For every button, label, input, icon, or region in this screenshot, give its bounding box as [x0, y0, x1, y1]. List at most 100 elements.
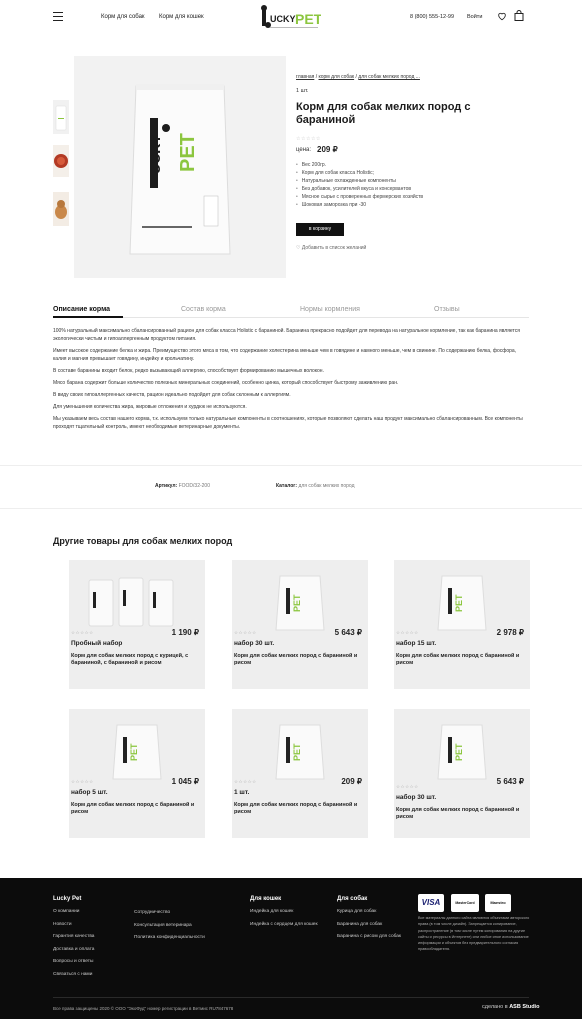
description-paragraph: Мясо барана содержит больше количество п…	[53, 380, 399, 386]
footer-link[interactable]: Политика конфиденциальности	[134, 932, 205, 945]
studio-name: ASB Studio	[509, 1004, 540, 1010]
description-paragraph: 100% натуральный максимально сбалансиров…	[53, 328, 520, 342]
catalog-label: Каталог:	[276, 483, 298, 489]
card-rating: ☆☆☆☆☆	[234, 779, 257, 784]
sku-value: FOOD/32-200	[178, 483, 210, 489]
footer-link[interactable]: Доставка и оплата	[53, 944, 94, 957]
wishlist-label: Добавить в список желаний	[301, 245, 367, 251]
footer-link[interactable]: Курица для собак	[337, 906, 401, 919]
product-card[interactable]: PET ☆☆☆☆☆ 1 045 ₽ набор 5 шт. Корм для собак…	[69, 709, 205, 838]
footer-link[interactable]: О компании	[53, 906, 94, 919]
description-paragraph: Для уменьшения количества жира, жировые …	[53, 404, 247, 410]
footer-links-cats: Индейка для кошек Индейка с сердцем для …	[250, 906, 318, 931]
product-title: Корм для собак мелких пород с бараниной	[296, 101, 471, 126]
feature-item: Вес 200гр.	[296, 161, 423, 169]
svg-text:PET: PET	[129, 743, 139, 761]
svg-text:PET: PET	[177, 133, 199, 172]
login-link[interactable]: Войти	[467, 14, 482, 20]
footer-cats-heading: Для кошек	[250, 896, 282, 902]
card-price: 209 ₽	[341, 777, 362, 786]
svg-text:PET: PET	[295, 11, 321, 27]
card-quantity: 1 шт.	[234, 789, 250, 796]
tab-composition[interactable]: Состав корма	[181, 306, 226, 313]
product-quantity: 1 шт.	[296, 88, 309, 94]
footer-links-info: Сотрудничество Консультация ветеринара П…	[134, 907, 205, 945]
add-to-cart-button[interactable]: в корзину	[296, 223, 344, 236]
card-rating: ☆☆☆☆☆	[396, 784, 419, 789]
card-price: 2 978 ₽	[496, 628, 524, 637]
product-card[interactable]: PET ☆☆☆☆☆ 5 643 ₽ набор 30 шт. Корм для соба…	[394, 709, 530, 838]
card-rating: ☆☆☆☆☆	[234, 630, 257, 635]
feature-item: Без добавок, усилителей вкуса и консерва…	[296, 185, 423, 193]
footer-link[interactable]: Гарантия качества	[53, 931, 94, 944]
card-title[interactable]: Корм для собак мелких пород с бараниной …	[396, 653, 526, 667]
feature-item: Корм для собак класса Holistic;	[296, 169, 423, 177]
catalog-value[interactable]: для собак мелких пород	[298, 483, 354, 489]
divider	[0, 508, 582, 509]
mastercard-icon: MasterCard	[451, 894, 479, 912]
card-rating: ☆☆☆☆☆	[71, 630, 94, 635]
product-card[interactable]: PET ☆☆☆☆☆ 5 643 ₽ набор 30 шт. Корм для соба…	[232, 560, 368, 689]
footer-link[interactable]: Баранина для собак	[337, 919, 401, 932]
product-card[interactable]: ☆☆☆☆☆ 1 190 ₽ Пробный набор Корм для собак …	[69, 560, 205, 689]
nav-cats-food[interactable]: Корм для кошек	[159, 14, 204, 20]
feature-item: Мясное сырье с проверенных фермерских хо…	[296, 193, 423, 201]
maestro-icon: Maestro	[485, 894, 511, 912]
svg-text:PET: PET	[292, 743, 302, 761]
footer-link[interactable]: Консультация ветеринара	[134, 920, 205, 933]
footer-links-dogs: Курица для собак Баранина для собак Бара…	[337, 906, 401, 944]
card-title[interactable]: Корм для собак мелких пород с бараниной …	[234, 653, 364, 667]
card-title[interactable]: Корм для собак мелких пород с бараниной …	[396, 807, 526, 821]
tab-description[interactable]: Описание корма	[53, 306, 110, 313]
card-quantity: набор 30 шт.	[234, 640, 275, 647]
related-section-title: Другие товары для собак мелких пород	[53, 536, 233, 546]
svg-text:PET: PET	[454, 743, 464, 761]
thumbnail-pack[interactable]	[53, 100, 69, 134]
footer-link[interactable]: Вопросы и ответы	[53, 956, 94, 969]
card-title[interactable]: Корм для собак мелких пород с курицей, с…	[71, 653, 201, 667]
product-price: 209 ₽	[317, 145, 338, 154]
card-title[interactable]: Корм для собак мелких пород с бараниной …	[71, 802, 201, 816]
footer-link[interactable]: Баранина с рисом для собак	[337, 931, 401, 944]
menu-icon[interactable]	[53, 12, 63, 21]
nav-dogs-food[interactable]: Корм для собак	[101, 14, 145, 20]
footer-link[interactable]: Сотрудничество	[134, 907, 205, 920]
footer-link[interactable]: Индейка для кошек	[250, 906, 318, 919]
svg-text:UCKY: UCKY	[147, 134, 163, 174]
thumbnail-bowl[interactable]	[53, 145, 69, 177]
card-title[interactable]: Корм для собак мелких пород с бараниной …	[234, 802, 364, 816]
product-card[interactable]: PET ☆☆☆☆☆ 209 ₽ 1 шт. Корм для собак мелких …	[232, 709, 368, 838]
footer-link[interactable]: Новости	[53, 919, 94, 932]
footer-link[interactable]: Индейка с сердцем для кошек	[250, 919, 318, 932]
card-price: 5 643 ₽	[334, 628, 362, 637]
made-by[interactable]: сделано в ASB Studio	[482, 1004, 539, 1010]
tab-reviews[interactable]: Отзывы	[434, 306, 460, 313]
divider	[0, 465, 582, 466]
wishlist-link[interactable]: ♡ Добавить в список желаний	[296, 245, 366, 251]
breadcrumb: главная / корм для собак / для собак мел…	[296, 74, 420, 80]
breadcrumb-current[interactable]: для собак мелких пород ...	[358, 74, 420, 80]
footer-dogs-heading: Для собак	[337, 896, 368, 902]
feature-item: Натуральные охлажденные компоненты	[296, 177, 423, 185]
feature-list: Вес 200гр. Корм для собак класса Holisti…	[296, 161, 423, 210]
card-price: 1 190 ₽	[171, 628, 199, 637]
description-paragraph: В составе баранины входит белок, редко в…	[53, 368, 324, 374]
cart-icon[interactable]	[514, 10, 524, 23]
svg-text:PET: PET	[292, 594, 302, 612]
breadcrumb-home[interactable]: главная	[296, 74, 314, 80]
tab-feeding-norms[interactable]: Нормы кормления	[300, 306, 360, 313]
site-header: Корм для собак Корм для кошек UCKY PET 8…	[0, 0, 582, 36]
rating-stars[interactable]: ☆☆☆☆☆	[296, 136, 321, 142]
footer-link[interactable]: Связаться с нами	[53, 969, 94, 982]
logo[interactable]: UCKY PET	[259, 5, 323, 31]
breadcrumb-dogs[interactable]: корм для собак	[319, 74, 355, 80]
phone-number[interactable]: 8 (800) 555-12-99	[410, 14, 454, 20]
visa-icon: VISA	[418, 894, 444, 912]
product-card[interactable]: PET ☆☆☆☆☆ 2 978 ₽ набор 15 шт. Корм для соба…	[394, 560, 530, 689]
thumbnail-dog[interactable]	[53, 192, 69, 226]
footer-brand: Lucky Pet	[53, 896, 82, 902]
heart-icon[interactable]	[497, 11, 507, 23]
site-footer: Lucky Pet О компании Новости Гарантия ка…	[0, 878, 582, 1019]
card-quantity: Пробный набор	[71, 640, 123, 647]
description-paragraph: В виду своих гипоаллергенных качеств, ра…	[53, 392, 291, 398]
